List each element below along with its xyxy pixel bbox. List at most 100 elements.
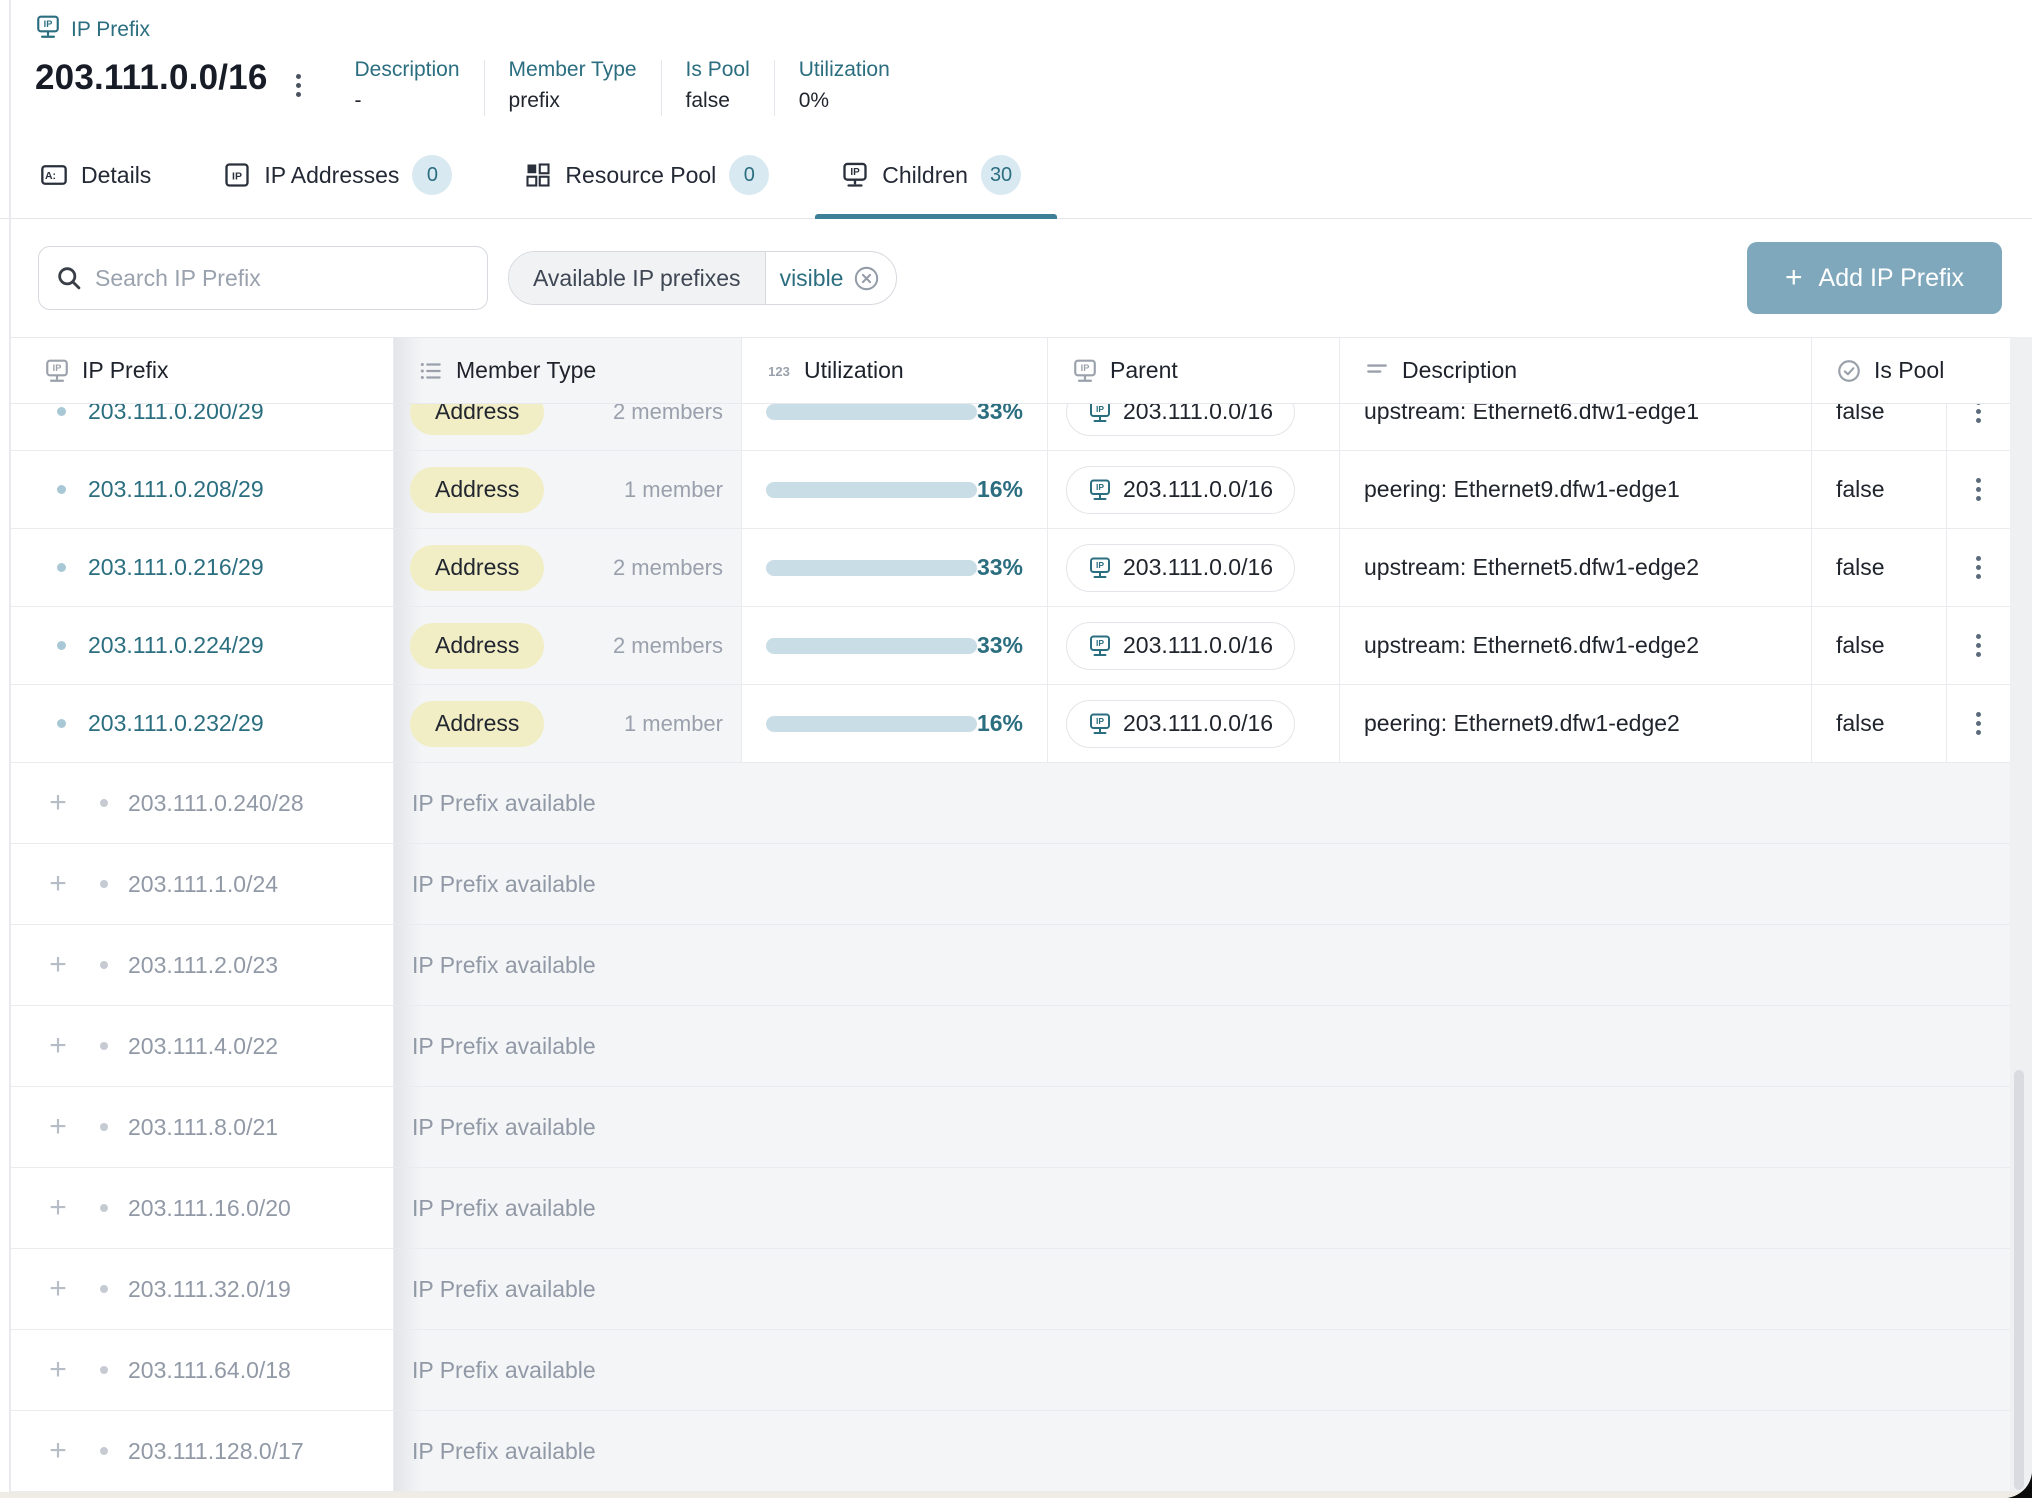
add-prefix-plus-button[interactable]: + — [44, 1193, 72, 1223]
status-dot-icon — [57, 719, 66, 728]
add-prefix-plus-button[interactable]: + — [44, 1112, 72, 1142]
filter-chip-remove-button[interactable] — [853, 265, 880, 292]
column-header-parent[interactable]: Parent — [1048, 338, 1340, 403]
ip-prefix-link[interactable]: 203.111.0.200/29 — [88, 404, 264, 425]
grid-icon — [524, 161, 552, 189]
available-prefix-row: + 203.111.4.0/22 IP Prefix available — [10, 1005, 2010, 1086]
is-pool-value: false — [1836, 476, 1885, 503]
parent-prefix-label: 203.111.0.0/16 — [1123, 554, 1273, 581]
row-kebab-menu-button[interactable] — [1970, 628, 1987, 663]
cell-actions — [1947, 529, 2010, 606]
tab-resource-pool[interactable]: Resource Pool 0 — [524, 132, 769, 218]
parent-prefix-pill[interactable]: 203.111.0.0/16 — [1066, 700, 1295, 748]
parent-prefix-label: 203.111.0.0/16 — [1123, 476, 1273, 503]
search-box — [38, 246, 488, 310]
member-count: 1 member — [624, 477, 723, 503]
status-dot-icon — [100, 880, 108, 888]
cell-member-type: Address 2 members — [394, 607, 742, 684]
utilization-percent: 33% — [977, 554, 1023, 581]
cell-parent: 203.111.0.0/16 — [1048, 529, 1340, 606]
tab-count-badge: 30 — [981, 155, 1021, 195]
available-status-text: IP Prefix available — [412, 952, 596, 979]
cell-available-status: IP Prefix available — [394, 925, 2010, 1005]
utilization-percent: 16% — [977, 476, 1023, 503]
parent-prefix-pill[interactable]: 203.111.0.0/16 — [1066, 404, 1295, 436]
column-header-description[interactable]: Description — [1340, 338, 1812, 403]
available-status-text: IP Prefix available — [412, 1195, 596, 1222]
utilization-percent: 16% — [977, 710, 1023, 737]
add-prefix-plus-button[interactable]: + — [44, 1355, 72, 1385]
table-row: 203.111.0.208/29 Address 1 member 16% 20… — [10, 450, 2010, 528]
summary-value: false — [686, 89, 750, 113]
parent-prefix-pill[interactable]: 203.111.0.0/16 — [1066, 466, 1295, 514]
filter-chip-label: Available IP prefixes — [509, 252, 766, 304]
vertical-scrollbar-thumb[interactable] — [2014, 1070, 2024, 1490]
column-header-member-type[interactable]: Member Type — [394, 338, 742, 403]
member-count: 2 members — [613, 404, 723, 425]
parent-prefix-pill[interactable]: 203.111.0.0/16 — [1066, 622, 1295, 670]
search-input[interactable] — [95, 265, 471, 292]
tab-bar: Details IP Addresses 0 Resource Pool 0 C… — [0, 132, 2032, 219]
123-icon — [766, 358, 792, 384]
breadcrumb: IP Prefix — [35, 14, 2032, 46]
add-prefix-plus-button[interactable]: + — [44, 869, 72, 899]
available-prefix-text: 203.111.4.0/22 — [128, 1033, 278, 1060]
cell-available-status: IP Prefix available — [394, 844, 2010, 924]
parent-prefix-pill[interactable]: 203.111.0.0/16 — [1066, 544, 1295, 592]
status-dot-icon — [57, 563, 66, 572]
row-kebab-menu-button[interactable] — [1970, 472, 1987, 507]
cell-ip-prefix: 203.111.0.224/29 — [10, 607, 394, 684]
tab-count-badge: 0 — [412, 155, 452, 195]
add-prefix-plus-button[interactable]: + — [44, 1031, 72, 1061]
description-text: upstream: Ethernet6.dfw1-edge1 — [1364, 404, 1699, 425]
add-prefix-plus-button[interactable]: + — [44, 1436, 72, 1466]
available-prefix-text: 203.111.2.0/23 — [128, 952, 278, 979]
row-kebab-menu-button[interactable] — [1970, 706, 1987, 741]
add-prefix-plus-button[interactable]: + — [44, 788, 72, 818]
column-header-ip-prefix[interactable]: IP Prefix — [10, 338, 394, 403]
cell-description: upstream: Ethernet6.dfw1-edge2 — [1340, 607, 1812, 684]
available-prefix-text: 203.111.64.0/18 — [128, 1357, 291, 1384]
available-prefix-row: + 203.111.128.0/17 IP Prefix available — [10, 1410, 2010, 1491]
add-prefix-plus-button[interactable]: + — [44, 1274, 72, 1304]
cell-ip-prefix: + 203.111.1.0/24 — [10, 844, 394, 924]
search-icon — [55, 264, 83, 292]
tab-label: Resource Pool — [565, 162, 716, 189]
ip-prefix-link[interactable]: 203.111.0.232/29 — [88, 710, 264, 737]
ip-prefix-link[interactable]: 203.111.0.216/29 — [88, 554, 264, 581]
row-kebab-menu-button[interactable] — [1970, 550, 1987, 585]
is-pool-value: false — [1836, 710, 1885, 737]
cell-parent: 203.111.0.0/16 — [1048, 607, 1340, 684]
member-type-badge: Address — [410, 623, 544, 669]
utilization-bar — [766, 638, 977, 654]
cell-ip-prefix: + 203.111.128.0/17 — [10, 1411, 394, 1491]
status-dot-icon — [100, 961, 108, 969]
description-text: upstream: Ethernet6.dfw1-edge2 — [1364, 632, 1699, 659]
tab-children[interactable]: Children 30 — [841, 132, 1021, 218]
status-dot-icon — [57, 641, 66, 650]
row-kebab-menu-button[interactable] — [1970, 404, 1987, 429]
filter-chip-value: visible — [766, 265, 897, 292]
ip-prefix-link[interactable]: 203.111.0.208/29 — [88, 476, 264, 503]
cell-ip-prefix: + 203.111.0.240/28 — [10, 763, 394, 843]
cell-member-type: Address 1 member — [394, 685, 742, 762]
cell-utilization: 33% — [742, 404, 1048, 450]
cell-parent: 203.111.0.0/16 — [1048, 404, 1340, 450]
ip-prefix-link[interactable]: 203.111.0.224/29 — [88, 632, 264, 659]
column-header-is-pool[interactable]: Is Pool — [1812, 338, 2010, 403]
utilization-bar — [766, 716, 977, 732]
title-kebab-menu-button[interactable] — [292, 70, 305, 101]
tab-details[interactable]: Details — [40, 132, 151, 218]
column-header-utilization[interactable]: Utilization — [742, 338, 1048, 403]
cell-ip-prefix: + 203.111.2.0/23 — [10, 925, 394, 1005]
cell-utilization: 33% — [742, 529, 1048, 606]
cell-ip-prefix: + 203.111.64.0/18 — [10, 1330, 394, 1410]
available-prefix-row: + 203.111.16.0/20 IP Prefix available — [10, 1167, 2010, 1248]
add-ip-prefix-button[interactable]: + Add IP Prefix — [1747, 242, 2002, 314]
member-type-badge: Address — [410, 404, 544, 435]
tab-ip-addresses[interactable]: IP Addresses 0 — [223, 132, 452, 218]
list-icon — [418, 358, 444, 384]
cell-is-pool: false — [1812, 529, 1947, 606]
cell-member-type: Address 2 members — [394, 404, 742, 450]
add-prefix-plus-button[interactable]: + — [44, 950, 72, 980]
